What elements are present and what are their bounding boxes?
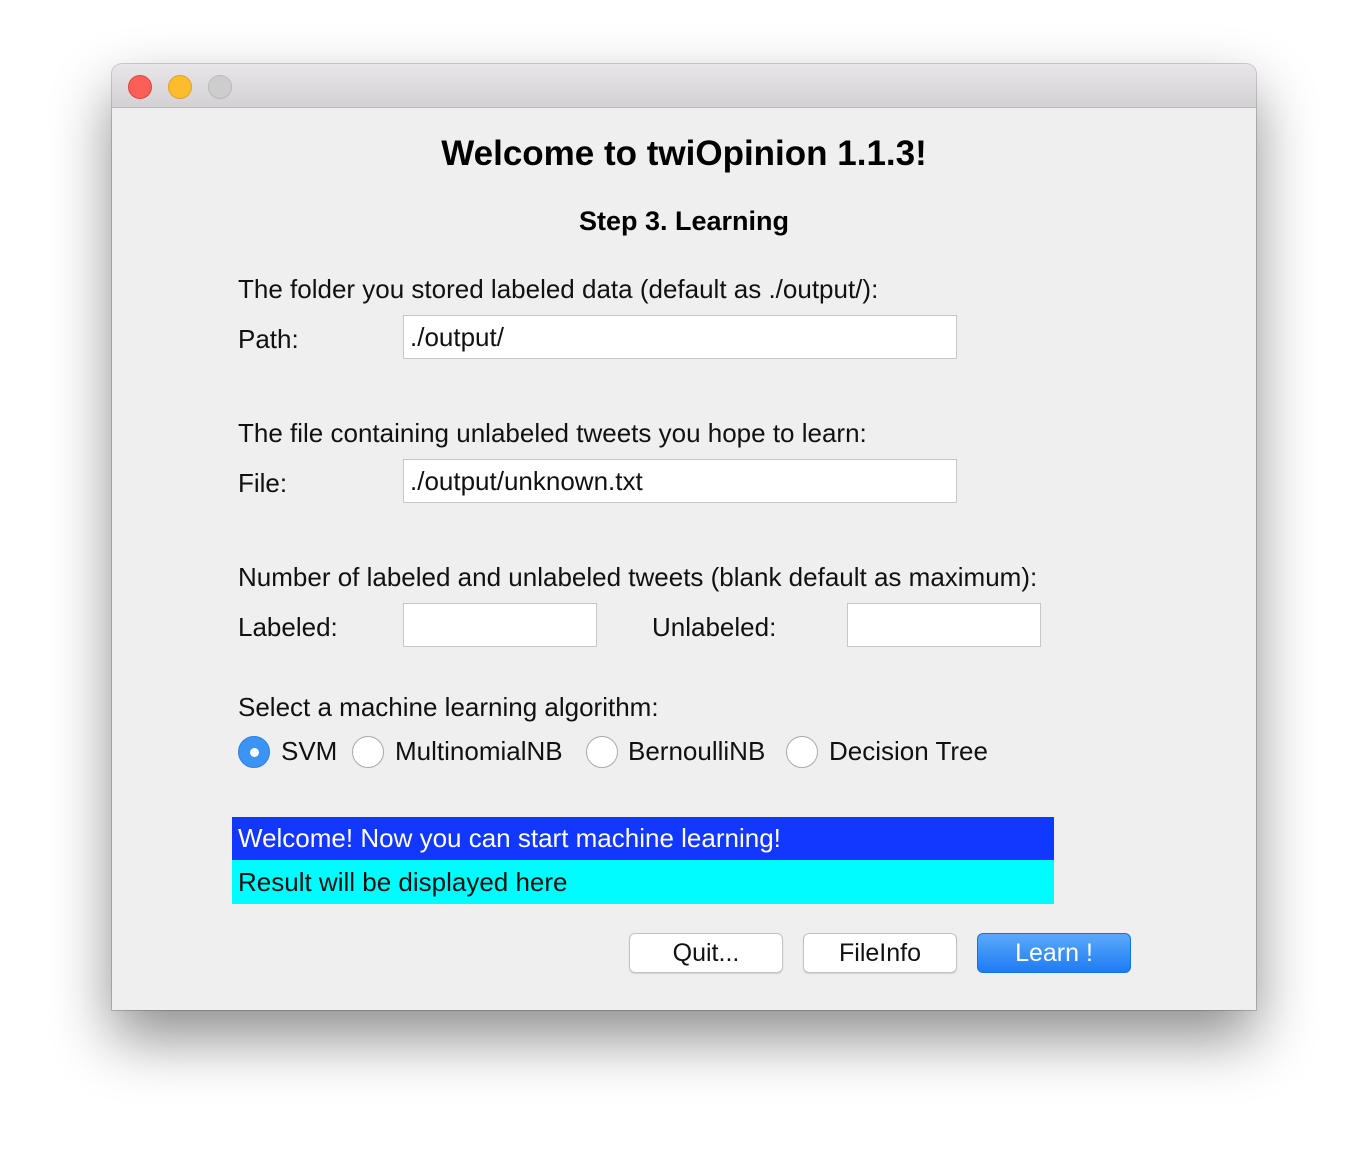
radio-label-multinomialnb[interactable]: MultinomialNB	[395, 735, 563, 767]
unlabeled-count-input[interactable]	[847, 603, 1041, 647]
quit-button[interactable]: Quit...	[629, 933, 783, 973]
fileinfo-button[interactable]: FileInfo	[803, 933, 957, 973]
minimize-window-button[interactable]	[168, 75, 192, 99]
radio-label-bernoullinb[interactable]: BernoulliNB	[628, 735, 765, 767]
radio-multinomialnb[interactable]	[352, 736, 384, 768]
folder-heading: The folder you stored labeled data (defa…	[238, 274, 879, 304]
page-title: Welcome to twiOpinion 1.1.3!	[441, 134, 927, 173]
title-bar[interactable]	[112, 64, 1256, 108]
zoom-window-button[interactable]	[208, 75, 232, 99]
learn-button[interactable]: Learn !	[977, 933, 1131, 973]
algorithm-heading: Select a machine learning algorithm:	[238, 692, 659, 722]
radio-decision-tree[interactable]	[786, 736, 818, 768]
result-display: Result will be displayed here	[232, 860, 1054, 904]
path-input[interactable]	[403, 315, 957, 359]
radio-bernoullinb[interactable]	[586, 736, 618, 768]
unlabeled-label: Unlabeled:	[652, 612, 777, 642]
app-window: Welcome to twiOpinion 1.1.3! Step 3. Lea…	[112, 64, 1256, 1010]
labeled-label: Labeled:	[238, 612, 338, 642]
close-window-button[interactable]	[128, 75, 152, 99]
step-heading: Step 3. Learning	[578, 206, 790, 236]
file-input[interactable]	[403, 459, 957, 503]
radio-svm[interactable]	[238, 736, 270, 768]
radio-selected-dot	[250, 748, 259, 757]
file-label: File:	[238, 468, 288, 498]
count-heading: Number of labeled and unlabeled tweets (…	[238, 562, 1038, 592]
status-message: Welcome! Now you can start machine learn…	[232, 817, 1054, 860]
radio-label-decision-tree[interactable]: Decision Tree	[829, 735, 988, 767]
path-label: Path:	[238, 324, 299, 354]
radio-label-svm[interactable]: SVM	[281, 735, 337, 767]
file-heading: The file containing unlabeled tweets you…	[238, 418, 867, 448]
labeled-count-input[interactable]	[403, 603, 597, 647]
